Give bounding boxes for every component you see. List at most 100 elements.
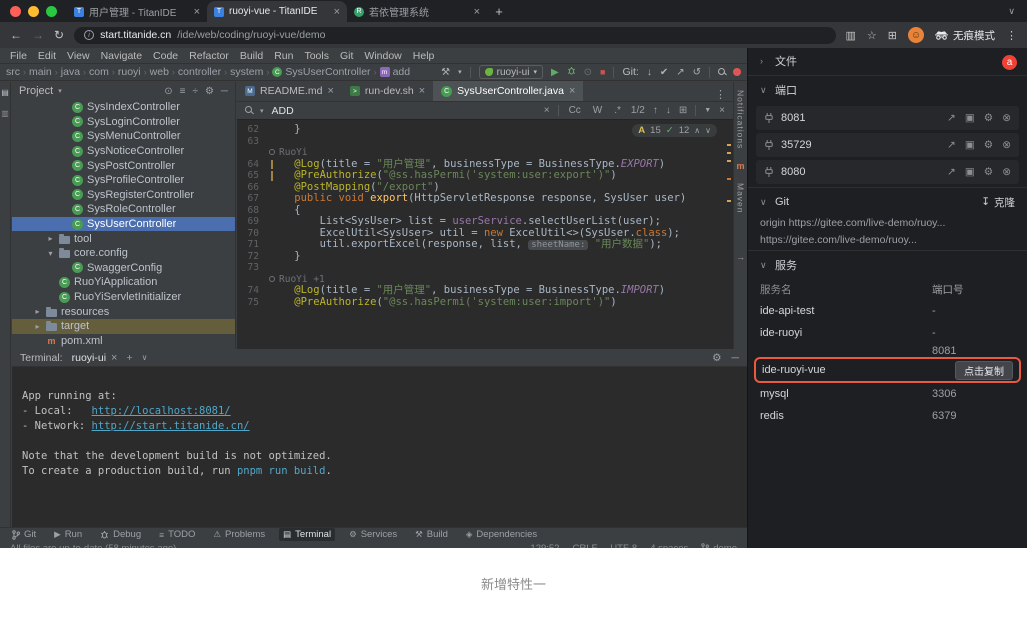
tree-item-target[interactable]: ▸target	[12, 319, 235, 334]
stop-icon[interactable]: ⊗	[1002, 139, 1011, 151]
error-stripe-mark[interactable]	[727, 160, 731, 162]
breadcrumb-item-com[interactable]: com	[89, 66, 109, 78]
tree-item-core-config[interactable]: ▾core.config	[12, 246, 235, 261]
back-button[interactable]: ←	[10, 28, 22, 42]
toolwindow-dependencies[interactable]: ◈Dependencies	[462, 528, 541, 541]
tree-item-ruoyiapplication[interactable]: CRuoYiApplication	[12, 275, 235, 290]
menu-run[interactable]: Run	[274, 50, 293, 62]
collapse-all-icon[interactable]: ≡	[180, 86, 186, 97]
clear-search-icon[interactable]: ×	[544, 105, 550, 116]
forward-button[interactable]: →	[32, 28, 44, 42]
select-all-matches-icon[interactable]: ⊞	[679, 105, 687, 116]
code-area[interactable]: 62 }63 RuoYi64 @Log(title = "用户管理", busi…	[237, 121, 733, 349]
stop-button[interactable]: ■	[600, 67, 605, 77]
stop-icon[interactable]: ⊗	[1002, 112, 1011, 124]
tree-item-sysindexcontroller[interactable]: CSysIndexController	[12, 100, 235, 115]
code-line[interactable]: 73	[237, 262, 733, 274]
toolwindow-problems[interactable]: ⚠Problems	[209, 528, 269, 541]
tree-item-ruoyiservletinitializer[interactable]: CRuoYiServletInitializer	[12, 290, 235, 305]
gear-icon[interactable]: ⚙	[205, 86, 214, 97]
tab-close-icon[interactable]: ×	[419, 85, 425, 97]
error-stripe-mark[interactable]	[727, 200, 731, 202]
prev-match-icon[interactable]: ↑	[653, 105, 658, 116]
project-toolwindow-icon[interactable]: ▤	[1, 88, 9, 97]
browser-tab-ruoyi-vue-titanide[interactable]: ruoyi-vue - TitanIDE×	[207, 1, 347, 22]
section-services[interactable]: ∨ 服务	[748, 252, 1027, 278]
open-external-icon[interactable]: ↗	[947, 166, 956, 178]
regex-toggle[interactable]: .*	[612, 105, 623, 116]
tree-item-resources[interactable]: ▸resources	[12, 304, 235, 319]
options-icon[interactable]: ÷	[192, 86, 198, 97]
terminal-tab[interactable]: ruoyi-ui ×	[72, 352, 118, 364]
gear-icon[interactable]: ⚙	[984, 166, 993, 178]
locate-file-icon[interactable]: ⊙	[164, 86, 172, 97]
status-utf-8[interactable]: UTF-8	[610, 543, 637, 549]
menu-tools[interactable]: Tools	[304, 50, 329, 62]
tree-item-syspostcontroller[interactable]: CSysPostController	[12, 158, 235, 173]
service-row-mysql[interactable]: mysql3306	[748, 383, 1027, 405]
run-config-select[interactable]: ruoyi-ui ▾	[479, 65, 543, 79]
address-bar[interactable]: i start.titanide.cn/ide/web/coding/ruoyi…	[74, 27, 835, 44]
toolwindow-terminal[interactable]: ▤Terminal	[279, 528, 335, 541]
bookmark-star-icon[interactable]: ☆	[867, 29, 877, 42]
tree-item-tool[interactable]: ▸tool	[12, 231, 235, 246]
next-match-icon[interactable]: ↓	[666, 105, 671, 116]
coverage-icon[interactable]: ⊙	[584, 67, 592, 78]
code-line[interactable]: 75 @PreAuthorize("@ss.hasPermi('system:u…	[237, 297, 733, 309]
copy-icon[interactable]: ▣	[965, 112, 975, 124]
breadcrumb-item-java[interactable]: java	[61, 66, 80, 78]
breadcrumb-item-add[interactable]: madd	[380, 66, 411, 78]
terminal-link[interactable]: http://start.titanide.cn/	[92, 420, 250, 432]
menu-build[interactable]: Build	[240, 50, 263, 62]
git-push-icon[interactable]: ↗	[676, 67, 684, 78]
code-line[interactable]: 72 }	[237, 251, 733, 263]
notification-dot-icon[interactable]	[733, 68, 741, 76]
code-line[interactable]: 67 public void export(HttpServletRespons…	[237, 193, 733, 205]
breadcrumb-item-web[interactable]: web	[150, 66, 169, 78]
tree-item-swaggerconfig[interactable]: CSwaggerConfig	[12, 261, 235, 276]
build-hammer-icon[interactable]: ⚒	[441, 67, 450, 78]
git-rollback-icon[interactable]: ↺	[693, 67, 701, 78]
profile-avatar[interactable]: ☺	[908, 27, 924, 43]
toolwindow-todo[interactable]: ≡TODO	[155, 528, 199, 541]
error-stripe-mark[interactable]	[727, 144, 731, 146]
status-demo[interactable]: demo	[701, 543, 737, 549]
chevron-right-icon[interactable]: ▸	[33, 322, 42, 331]
breadcrumb-item-sysusercontroller[interactable]: CSysUserController	[272, 66, 370, 78]
toolwindow-run[interactable]: ▶Run	[50, 528, 86, 541]
service-row-ide-api-test[interactable]: ide-api-test-	[748, 300, 1027, 322]
gear-icon[interactable]: ⚙	[984, 112, 993, 124]
terminal-link[interactable]: http://localhost:8081/	[92, 405, 231, 417]
chevron-right-icon[interactable]: ▸	[33, 307, 42, 316]
breadcrumb-item-ruoyi[interactable]: ruoyi	[118, 66, 141, 78]
service-row-ide-ruoyi[interactable]: ide-ruoyi-	[748, 322, 1027, 344]
status-4-spaces[interactable]: 4 spaces	[650, 543, 688, 549]
close-search-icon[interactable]: ×	[719, 105, 725, 116]
open-external-icon[interactable]: ↗	[947, 139, 956, 151]
section-ports[interactable]: ∨ 端口	[748, 77, 1027, 103]
close-window-button[interactable]	[10, 6, 21, 17]
status-129-52[interactable]: 129:52	[530, 543, 559, 549]
service-row-ide-ruoyi-vue[interactable]: ide-ruoyi-vue点击复制	[754, 357, 1021, 383]
breadcrumb-item-src[interactable]: src	[6, 66, 20, 78]
chevron-down-icon[interactable]: ▾	[46, 249, 55, 258]
git-update-icon[interactable]: ↓	[647, 67, 652, 78]
section-files[interactable]: › 文件	[748, 48, 1027, 74]
toolwindow-build[interactable]: ⚒Build	[411, 528, 452, 541]
minimize-icon[interactable]: ─	[732, 352, 739, 364]
new-terminal-button[interactable]: +	[126, 352, 132, 364]
tab-close-icon[interactable]: ×	[111, 352, 117, 364]
run-button[interactable]: ▶	[551, 67, 559, 78]
terminal-output[interactable]: App running at:- Local: http://localhost…	[12, 367, 747, 479]
error-stripe-mark[interactable]	[727, 152, 731, 154]
breadcrumb-item-controller[interactable]: controller	[178, 66, 221, 78]
project-panel-title[interactable]: Project	[19, 85, 53, 97]
code-line[interactable]: 71 util.exportExcel(response, list, shee…	[237, 239, 733, 251]
structure-toolwindow-icon[interactable]: ▥	[1, 109, 9, 118]
tree-item-sysusercontroller[interactable]: CSysUserController	[12, 217, 235, 232]
chevron-down-icon[interactable]: ▾	[458, 68, 462, 76]
menu-refactor[interactable]: Refactor	[189, 50, 229, 62]
inspections-widget[interactable]: A 15 ✓ 12 ∧ ∨	[632, 124, 717, 137]
prev-issue-icon[interactable]: ∧	[694, 126, 700, 135]
tree-item-sysmenucontroller[interactable]: CSysMenuController	[12, 129, 235, 144]
